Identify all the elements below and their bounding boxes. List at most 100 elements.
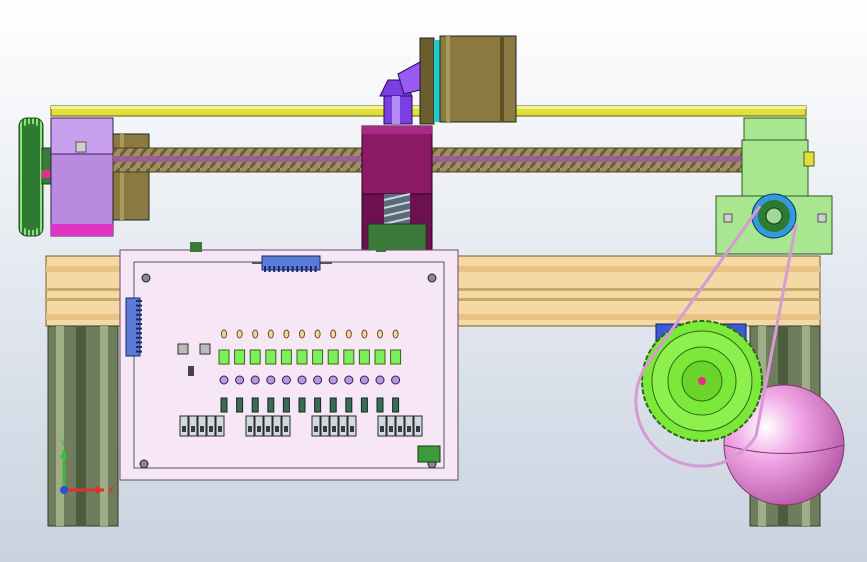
cad-viewport[interactable]: X Y	[0, 0, 867, 562]
resistor	[252, 329, 259, 339]
terminal-screw	[407, 426, 411, 432]
connector-pin	[291, 266, 294, 272]
resistor	[314, 329, 321, 339]
capacitor	[392, 397, 400, 413]
terminal-screw	[380, 426, 384, 432]
resistor	[283, 329, 290, 339]
terminal-screw	[248, 426, 252, 432]
transistor	[313, 375, 323, 385]
terminal-screw	[200, 426, 204, 432]
led-indicator	[343, 349, 355, 365]
transistor	[375, 375, 385, 385]
connector-pin	[282, 266, 285, 272]
capacitor	[220, 397, 228, 413]
capacitor	[282, 397, 290, 413]
led-indicator	[234, 349, 246, 365]
center-carriage[interactable]	[361, 125, 433, 253]
connector-pin	[273, 266, 276, 272]
connector-pin	[136, 300, 142, 302]
connector-pin	[136, 346, 142, 348]
connector-pin	[136, 304, 142, 307]
led-indicator	[296, 349, 308, 365]
terminal-screw	[266, 426, 270, 432]
capacitor	[376, 397, 384, 413]
transistor	[297, 375, 307, 385]
left-bearing-block[interactable]	[50, 117, 114, 237]
connector-pin	[136, 309, 142, 312]
resistor	[221, 329, 227, 339]
left-motor-body[interactable]	[112, 133, 150, 221]
top-stepper-motor[interactable]	[419, 35, 517, 125]
led-indicator	[249, 349, 261, 365]
terminal-screw	[191, 426, 195, 432]
terminal-screw	[416, 426, 420, 432]
connector-pin	[264, 266, 266, 272]
resistor	[392, 329, 399, 339]
capacitor	[345, 397, 353, 413]
transistor	[266, 375, 276, 385]
terminal-screw	[284, 426, 288, 432]
connector-pin	[136, 318, 142, 321]
connector-pin	[277, 266, 280, 272]
transistor	[235, 375, 245, 385]
x-axis-label: X	[107, 486, 114, 497]
transistor	[328, 375, 338, 385]
transistor	[391, 375, 401, 385]
transistor	[344, 375, 354, 385]
connector-pin	[314, 266, 317, 272]
connector-pin	[296, 266, 299, 272]
led-indicator	[280, 349, 292, 365]
led-indicator	[374, 349, 386, 365]
terminal-screw	[350, 426, 354, 432]
connector-pin	[136, 332, 142, 335]
terminal-screw	[314, 426, 318, 432]
capacitor	[360, 397, 368, 413]
capacitor	[251, 397, 259, 413]
led-indicator	[218, 349, 230, 365]
led-indicator	[358, 349, 370, 365]
capacitor	[329, 397, 337, 413]
terminal-screw	[182, 426, 186, 432]
resistor	[330, 329, 337, 339]
resistor	[377, 329, 383, 339]
transistor	[219, 375, 229, 385]
terminal-screw	[275, 426, 279, 432]
drive-pulley[interactable]	[641, 320, 763, 442]
terminal-screw	[209, 426, 213, 432]
resistor	[345, 329, 352, 339]
connector-pin	[305, 266, 308, 272]
terminal-screw	[398, 426, 402, 432]
terminal-screw	[323, 426, 327, 432]
connector-pin	[136, 323, 142, 325]
connector-pin	[136, 336, 142, 339]
led-indicator	[327, 349, 339, 365]
led-indicator	[390, 349, 402, 365]
terminal-screw	[341, 426, 345, 432]
resistor	[236, 329, 243, 339]
transistor	[359, 375, 369, 385]
capacitor	[267, 397, 275, 413]
led-indicator	[265, 349, 277, 365]
connector-pin	[136, 350, 142, 353]
connector-pin	[136, 313, 142, 316]
connector-pin	[268, 266, 271, 272]
resistor	[299, 329, 305, 339]
capacitor	[298, 397, 306, 413]
terminal-screw	[389, 426, 393, 432]
connector-pin	[136, 327, 142, 330]
terminal-screw	[218, 426, 222, 432]
capacitor	[236, 397, 244, 413]
resistor	[267, 329, 274, 339]
y-axis-label: Y	[59, 438, 67, 449]
connector-pin	[310, 266, 312, 272]
connector-pin	[287, 266, 289, 272]
connector-pin	[136, 341, 142, 344]
transistor	[281, 375, 291, 385]
transistor	[250, 375, 260, 385]
resistor	[361, 329, 368, 339]
terminal-screw	[257, 426, 261, 432]
led-indicator	[312, 349, 324, 365]
terminal-screw	[332, 426, 336, 432]
connector-pin	[300, 266, 303, 272]
capacitor	[314, 397, 322, 413]
